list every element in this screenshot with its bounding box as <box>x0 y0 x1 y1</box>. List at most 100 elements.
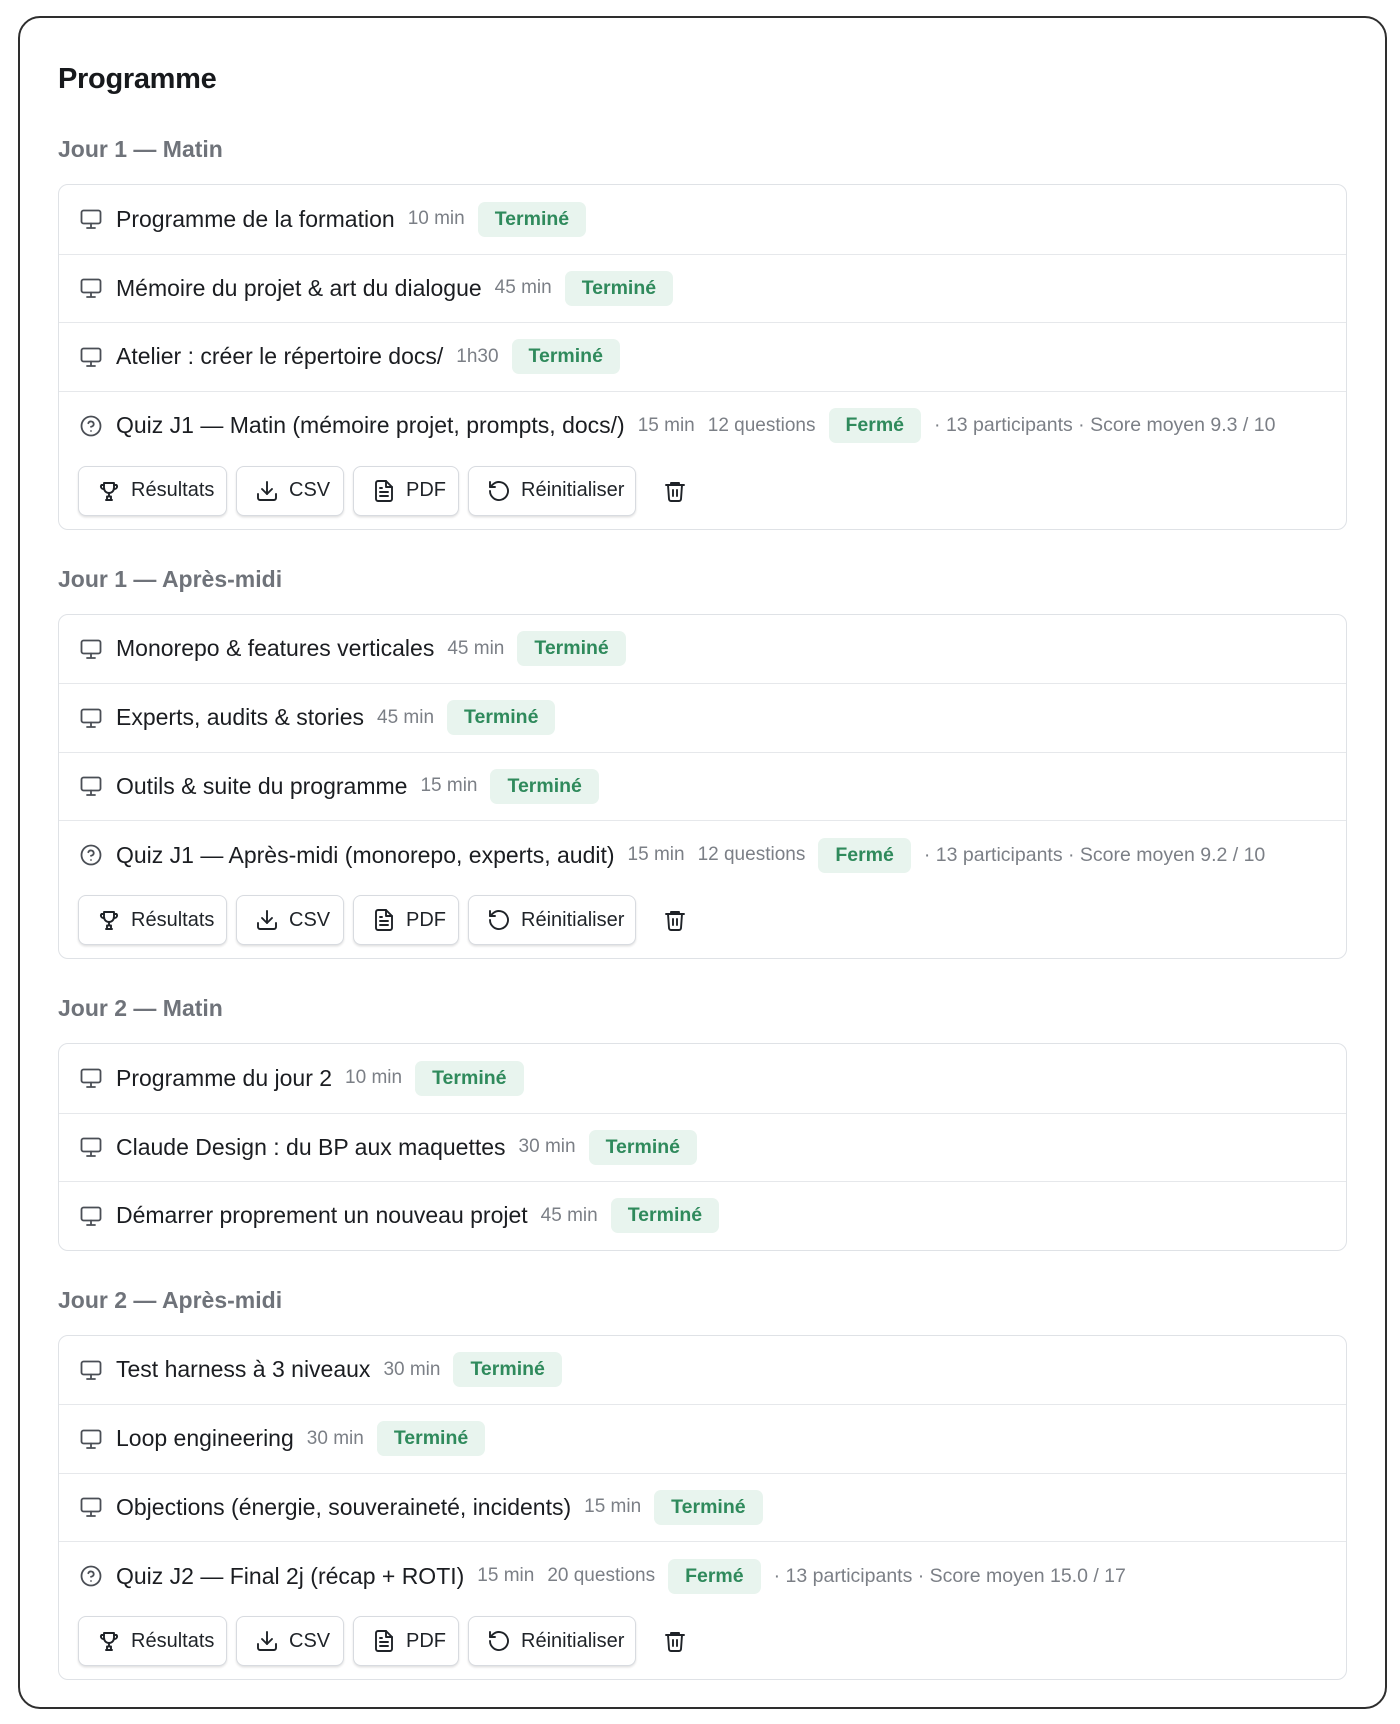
csv-button[interactable]: CSV <box>236 1616 344 1666</box>
section-heading: Jour 2 — Après-midi <box>58 1286 283 1313</box>
pdf-button-label: PDF <box>406 908 446 931</box>
monitor-icon <box>78 1357 104 1383</box>
status-badge: Terminé <box>654 1489 763 1525</box>
programme-card: Programme Jour 1 — Matin Programme de la… <box>18 16 1387 1709</box>
session-duration: 10 min <box>345 1067 403 1089</box>
rotate-ccw-icon <box>487 478 511 504</box>
quiz-stats: · 13 participants · Score moyen 9.2 / 10 <box>923 843 1266 866</box>
quiz-row: Quiz J1 — Après-midi (monorepo, experts,… <box>59 820 1346 958</box>
trash-icon[interactable] <box>655 471 695 511</box>
csv-button-label: CSV <box>289 908 331 931</box>
session-title: Experts, audits & stories <box>116 704 364 731</box>
reset-button-label: Réinitialiser <box>521 908 625 931</box>
session-row[interactable]: Programme du jour 2 10 min Terminé <box>59 1044 1346 1113</box>
status-badge: Terminé <box>511 339 620 375</box>
trophy-icon <box>97 1628 121 1654</box>
status-badge: Fermé <box>668 1558 761 1594</box>
download-icon <box>255 478 279 504</box>
session-title: Démarrer proprement un nouveau projet <box>116 1202 528 1229</box>
csv-button-label: CSV <box>289 1629 331 1652</box>
download-icon <box>255 907 279 933</box>
session-row[interactable]: Claude Design : du BP aux maquettes 30 mi… <box>59 1112 1346 1182</box>
session-row[interactable]: Outils & suite du programme 15 min Terminé <box>59 751 1346 821</box>
section-heading: Jour 1 — Après-midi <box>58 565 283 592</box>
results-button-label: Résultats <box>131 1629 215 1652</box>
session-title: Monorepo & features verticales <box>116 635 435 662</box>
status-badge: Terminé <box>490 768 599 804</box>
session-title: Claude Design : du BP aux maquettes <box>116 1133 506 1160</box>
results-button-label: Résultats <box>131 908 215 931</box>
reset-button[interactable]: Réinitialiser <box>468 465 636 516</box>
quiz-title: Quiz J1 — Matin (mémoire projet, prompts… <box>116 412 625 438</box>
reset-button-label: Réinitialiser <box>521 479 625 501</box>
session-title: Atelier : créer le répertoire docs/ <box>116 343 444 370</box>
session-row[interactable]: Atelier : créer le répertoire docs/1h30 T… <box>59 322 1346 391</box>
reset-button[interactable]: Réinitialiser <box>468 895 636 945</box>
session-duration: 15 min <box>584 1496 642 1518</box>
question-circle-icon <box>78 842 104 868</box>
quiz-duration: 15 min <box>637 414 695 436</box>
monitor-icon <box>78 275 104 301</box>
quiz-title: Quiz J2 — Final 2j (récap + ROTI) <box>116 1562 465 1589</box>
quiz-header[interactable]: Quiz J1 — Après-midi (monorepo, experts,… <box>78 837 1265 873</box>
results-button[interactable]: Résultats <box>78 895 227 945</box>
rotate-ccw-icon <box>487 1628 511 1654</box>
session-title: Mémoire du projet & art du dialogue <box>116 274 482 301</box>
session-row[interactable]: Experts, audits & stories 45 min Terminé <box>59 683 1346 752</box>
download-icon <box>255 1628 279 1654</box>
pdf-button-label: PDF <box>406 1629 446 1652</box>
pdf-button[interactable]: PDF <box>353 465 459 516</box>
csv-button[interactable]: CSV <box>236 465 344 516</box>
quiz-header[interactable]: Quiz J2 — Final 2j (récap + ROTI) 15 min 2… <box>78 1558 1126 1594</box>
session-row[interactable]: Programme de la formation 10 min Terminé <box>59 185 1346 254</box>
quiz-question-count: 20 questions <box>547 1565 656 1586</box>
session-duration: 10 min <box>407 208 465 230</box>
status-badge: Terminé <box>588 1129 697 1165</box>
results-button[interactable]: Résultats <box>78 1616 227 1666</box>
section-heading: Jour 2 — Matin <box>58 995 223 1021</box>
quiz-actions: Résultats CSV PDF Réinitialiser <box>78 465 695 516</box>
session-duration: 15 min <box>420 775 478 797</box>
status-badge: Terminé <box>564 270 674 306</box>
csv-button[interactable]: CSV <box>236 895 344 945</box>
quiz-row: Quiz J2 — Final 2j (récap + ROTI) 15 min 2… <box>59 1541 1346 1679</box>
reset-button[interactable]: Réinitialiser <box>468 1616 636 1666</box>
page-title: Programme <box>58 63 217 95</box>
status-badge: Terminé <box>610 1198 720 1234</box>
session-duration: 30 min <box>518 1136 576 1158</box>
session-title: Programme du jour 2 <box>116 1064 333 1091</box>
session-row[interactable]: Démarrer proprement un nouveau projet 45 … <box>59 1181 1346 1250</box>
results-button[interactable]: Résultats <box>78 465 227 516</box>
session-row[interactable]: Objections (énergie, souveraineté, incid… <box>59 1472 1346 1542</box>
session-row[interactable]: Mémoire du projet & art du dialogue 45 mi… <box>59 253 1346 323</box>
session-row[interactable]: Loop engineering 30 min Terminé <box>59 1404 1346 1473</box>
trash-icon[interactable] <box>655 1621 695 1661</box>
quiz-question-count: 12 questions <box>707 414 816 436</box>
pdf-button[interactable]: PDF <box>353 1616 459 1666</box>
trash-icon[interactable] <box>655 900 695 940</box>
monitor-icon <box>78 1494 104 1520</box>
session-duration: 45 min <box>447 637 505 659</box>
programme-section: Jour 2 — Après-midi Test harness à 3 niv… <box>58 1282 1347 1680</box>
session-duration: 45 min <box>494 277 552 299</box>
monitor-icon <box>78 1134 104 1160</box>
session-row[interactable]: Test harness à 3 niveaux 30 min Terminé <box>59 1336 1346 1405</box>
quiz-header[interactable]: Quiz J1 — Matin (mémoire projet, prompts… <box>78 408 1275 444</box>
status-badge: Terminé <box>453 1352 562 1388</box>
monitor-icon <box>78 705 104 731</box>
session-row[interactable]: Monorepo & features verticales 45 min Term… <box>59 615 1346 684</box>
status-badge: Terminé <box>376 1421 486 1457</box>
session-title: Test harness à 3 niveaux <box>116 1356 371 1383</box>
monitor-icon <box>78 773 104 799</box>
session-duration: 30 min <box>306 1427 364 1449</box>
status-badge: Fermé <box>818 837 911 873</box>
file-text-icon <box>372 1628 396 1654</box>
pdf-button[interactable]: PDF <box>353 895 459 945</box>
quiz-question-count: 12 questions <box>697 844 806 865</box>
question-circle-icon <box>78 413 104 439</box>
programme-section: Jour 1 — Matin Programme de la formation… <box>58 131 1347 530</box>
csv-button-label: CSV <box>289 479 331 501</box>
question-circle-icon <box>78 1563 104 1589</box>
quiz-actions: Résultats CSV PDF Réinitialiser <box>78 1616 695 1666</box>
status-badge: Fermé <box>828 408 922 443</box>
